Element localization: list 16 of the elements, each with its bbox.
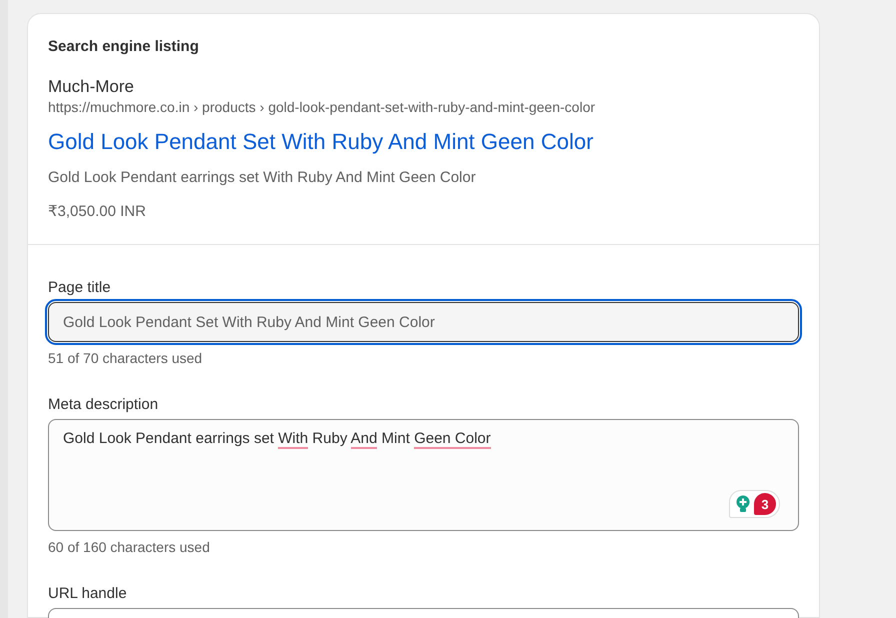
suggestion-count: 3	[754, 493, 776, 515]
field-label: URL handle	[48, 585, 128, 602]
listing-title-link[interactable]: Gold Look Pendant Set With Ruby And Mint Geen Color	[48, 129, 799, 155]
textarea-field[interactable]: Gold Look Pendant earrings set With Ruby And Mint Geen Color 3	[48, 419, 799, 531]
listing-description: Gold Look Pendant earrings set With Ruby And Mint Geen Color	[48, 169, 477, 186]
character-count: 60 of 160 characters used	[48, 539, 211, 555]
lightbulb-icon	[736, 495, 750, 513]
listing-price: ₹3,050.00 INR	[48, 202, 147, 220]
section-heading: Search engine listing	[48, 38, 200, 55]
character-count: 51 of 70 characters used	[48, 350, 204, 366]
site-name: Much-More	[48, 77, 135, 97]
writing-assistant-badge[interactable]: 3	[729, 490, 780, 518]
field-label: Meta description	[48, 396, 160, 413]
url-breadcrumb: https://muchmore.co.in › products › gold-look-pendant-set-with-ruby-and-mint-geen-color	[48, 99, 596, 115]
text-field[interactable]: Gold Look Pendant Set With Ruby And Mint Geen Color	[48, 302, 799, 342]
field-label: Page title	[48, 279, 112, 296]
